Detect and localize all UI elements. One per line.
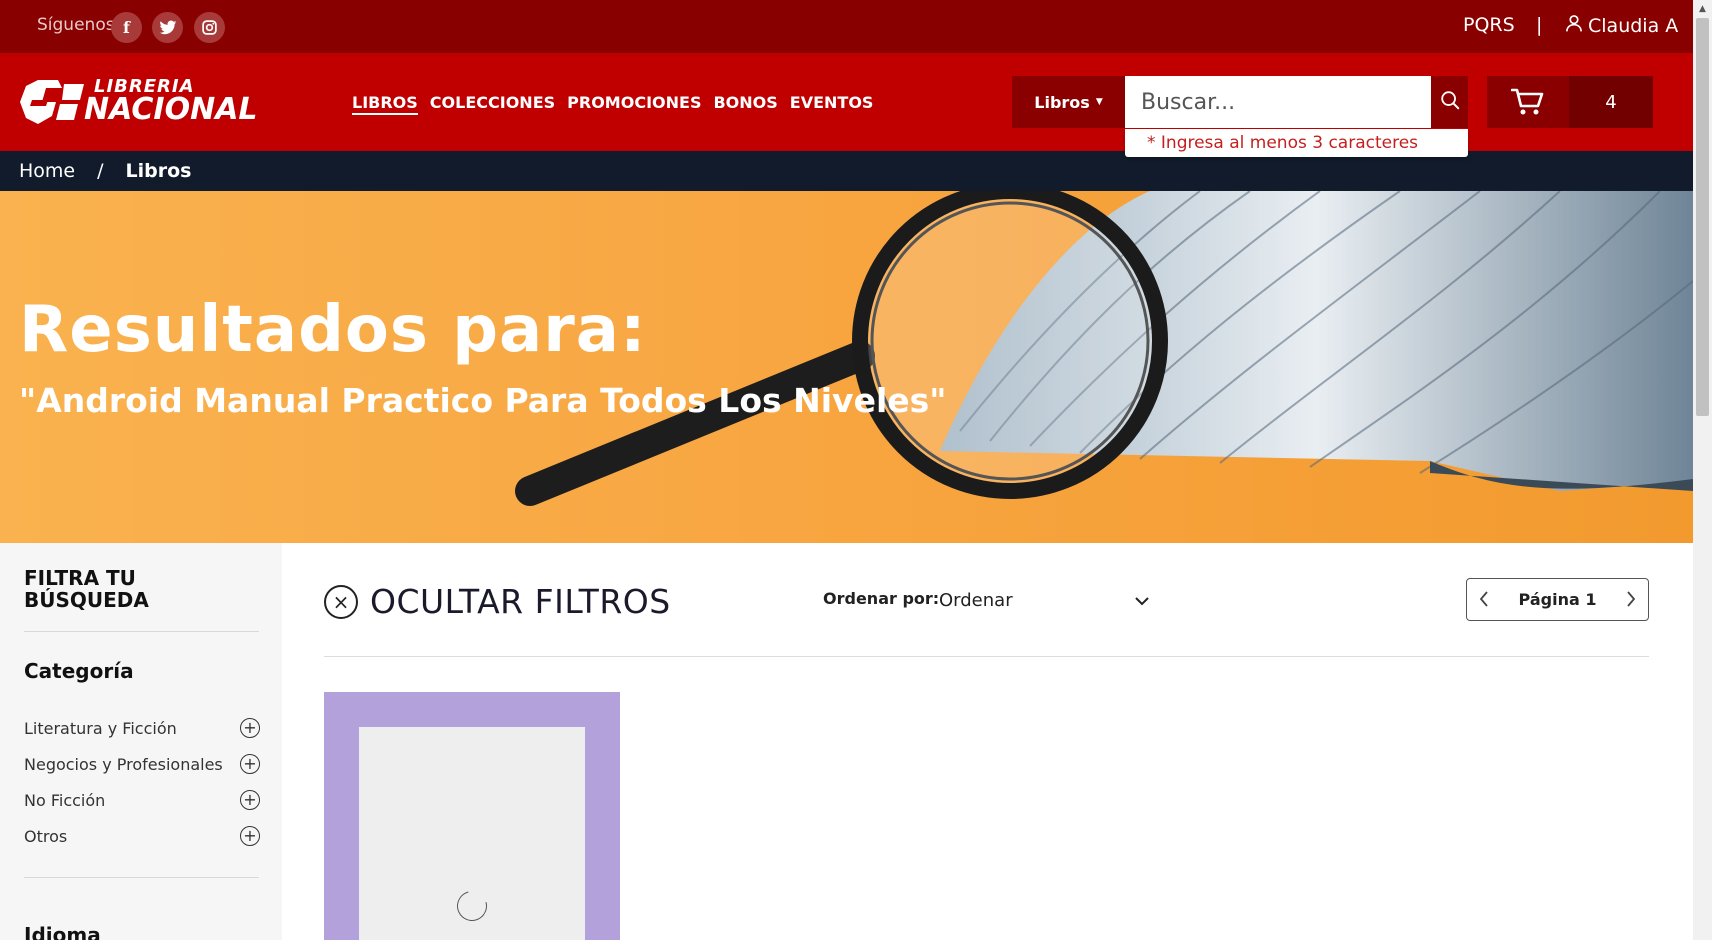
breadcrumb-home[interactable]: Home (19, 160, 75, 182)
breadcrumb-separator: / (97, 160, 104, 182)
filter-sidebar: FILTRA TU BÚSQUEDA Categoría Literatura … (0, 543, 282, 940)
search-query: "Android Manual Practico Para Todos Los … (19, 381, 947, 420)
category-label: Literatura y Ficción (24, 718, 177, 738)
top-bar: Síguenos f PQRS | Claudia A (0, 0, 1693, 53)
breadcrumb: Home / Libros (0, 151, 1693, 191)
close-icon: × (324, 584, 358, 619)
cart-count: 4 (1569, 76, 1653, 128)
category-heading: Categoría (24, 659, 134, 683)
sort-label: Ordenar por: (823, 589, 940, 608)
category-item[interactable]: Otros + (24, 824, 260, 848)
expand-icon[interactable]: + (240, 718, 260, 738)
logo-text-bottom: NACIONAL (84, 92, 258, 127)
results-title: Resultados para: (19, 293, 647, 367)
user-name: Claudia A (1588, 14, 1679, 37)
cart-button[interactable]: 4 (1487, 76, 1653, 128)
scroll-up-arrow-icon[interactable]: ▲ (1693, 0, 1712, 17)
search-hint: * Ingresa al menos 3 caracteres (1125, 129, 1468, 157)
main-header: LIBRERIA NACIONAL LIBROS COLECCIONES PRO… (0, 53, 1693, 157)
user-account-link[interactable]: Claudia A (1564, 13, 1678, 38)
breadcrumb-current: Libros (125, 160, 192, 182)
pqrs-link[interactable]: PQRS (1463, 14, 1515, 36)
topbar-separator: | (1536, 14, 1543, 36)
chevron-down-icon (1135, 590, 1149, 611)
category-item[interactable]: Negocios y Profesionales + (24, 752, 260, 776)
next-page-button[interactable] (1626, 588, 1636, 612)
sidebar-divider (24, 631, 259, 632)
nav-libros[interactable]: LIBROS (352, 93, 418, 115)
category-item[interactable]: Literatura y Ficción + (24, 716, 260, 740)
nav-colecciones[interactable]: COLECCIONES (430, 93, 555, 115)
language-heading: Idioma (24, 923, 101, 940)
results-banner: Resultados para: "Android Manual Practic… (0, 191, 1693, 543)
scrollbar-thumb[interactable] (1696, 18, 1709, 416)
category-item[interactable]: No Ficción + (24, 788, 260, 812)
nav-promociones[interactable]: PROMOCIONES (567, 93, 701, 115)
sort-select[interactable]: Ordenar (939, 587, 1149, 613)
facebook-icon[interactable]: f (111, 12, 142, 43)
sort-value: Ordenar (939, 589, 1013, 611)
hide-filters-button[interactable]: × OCULTAR FILTROS (324, 582, 671, 621)
libreria-nacional-logo[interactable]: LIBRERIA NACIONAL (18, 76, 270, 128)
results-divider (324, 656, 1649, 657)
caret-down-icon: ▼ (1095, 97, 1103, 107)
product-card[interactable] (324, 692, 620, 940)
category-label: Otros (24, 826, 68, 846)
product-image-placeholder (359, 727, 585, 940)
sidebar-divider (24, 877, 259, 878)
page-indicator: Página 1 (1518, 590, 1597, 609)
pagination: Página 1 (1466, 578, 1649, 621)
search-button[interactable] (1431, 76, 1468, 128)
prev-page-button[interactable] (1479, 588, 1489, 612)
category-label: No Ficción (24, 790, 106, 810)
expand-icon[interactable]: + (240, 754, 260, 774)
cart-icon (1487, 76, 1569, 128)
hide-filters-label: OCULTAR FILTROS (370, 582, 671, 621)
expand-icon[interactable]: + (240, 826, 260, 846)
follow-label: Síguenos (37, 15, 115, 35)
category-label: Negocios y Profesionales (24, 754, 223, 774)
twitter-icon[interactable] (152, 12, 183, 43)
search-category-value: Libros (1034, 92, 1090, 112)
filter-title: FILTRA TU BÚSQUEDA (24, 566, 149, 612)
search-icon (1439, 89, 1461, 115)
search-category-dropdown[interactable]: Libros ▼ (1012, 76, 1125, 128)
nav-eventos[interactable]: EVENTOS (790, 93, 874, 115)
instagram-icon[interactable] (194, 12, 225, 43)
main-nav: LIBROS COLECCIONES PROMOCIONES BONOS EVE… (352, 93, 873, 115)
search-input[interactable] (1125, 76, 1431, 128)
magnifier-book-illustration (515, 191, 1693, 506)
user-icon (1564, 13, 1584, 38)
nav-bonos[interactable]: BONOS (713, 93, 777, 115)
loading-spinner-icon (451, 885, 493, 927)
expand-icon[interactable]: + (240, 790, 260, 810)
